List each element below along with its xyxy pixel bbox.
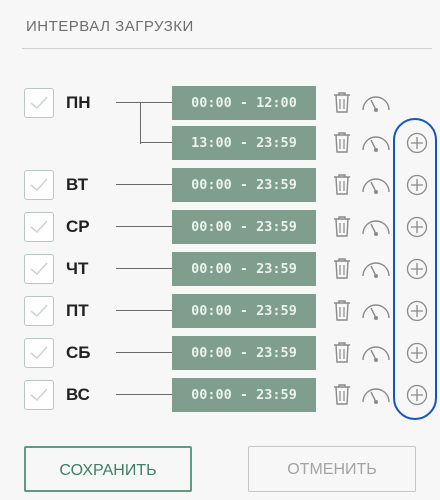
connector-line: [140, 142, 172, 143]
day-row-wed: СР 00:00 - 23:59: [0, 206, 440, 246]
cancel-button[interactable]: ОТМЕНИТЬ: [248, 446, 416, 492]
day-row-sat: СБ 00:00 - 23:59: [0, 332, 440, 372]
day-checkbox-sun[interactable]: [24, 380, 54, 410]
trash-icon[interactable]: [331, 130, 353, 154]
day-row-tue: ВТ 00:00 - 23:59: [0, 164, 440, 204]
check-icon: [30, 96, 48, 110]
gauge-icon[interactable]: [360, 214, 392, 238]
time-interval-field[interactable]: 13:00 - 23:59: [172, 126, 316, 160]
day-checkbox-fri[interactable]: [24, 296, 54, 326]
day-checkbox-mon[interactable]: [24, 88, 54, 118]
day-label: ПН: [66, 93, 91, 112]
gauge-icon[interactable]: [360, 90, 392, 114]
connector-line: [116, 352, 172, 353]
connector-line: [116, 184, 172, 185]
check-icon: [30, 304, 48, 318]
day-label: ВС: [66, 385, 90, 404]
connector-line: [116, 102, 172, 103]
trash-icon[interactable]: [331, 256, 353, 280]
day-checkbox-sat[interactable]: [24, 338, 54, 368]
day-row-thu: ЧТ 00:00 - 23:59: [0, 248, 440, 288]
time-interval-field[interactable]: 00:00 - 23:59: [172, 210, 316, 244]
trash-icon[interactable]: [331, 214, 353, 238]
day-checkbox-tue[interactable]: [24, 170, 54, 200]
day-row-mon: ПН 00:00 - 12:00: [0, 82, 440, 144]
check-icon: [30, 262, 48, 276]
trash-icon[interactable]: [331, 340, 353, 364]
day-row-sun: ВС 00:00 - 23:59: [0, 374, 440, 414]
trash-icon[interactable]: [331, 298, 353, 322]
gauge-icon[interactable]: [360, 382, 392, 406]
trash-icon[interactable]: [331, 90, 353, 114]
connector-line: [116, 394, 172, 395]
day-row-mon-interval-2: 13:00 - 23:59: [0, 122, 440, 162]
time-interval-field[interactable]: 00:00 - 23:59: [172, 168, 316, 202]
day-label: ПТ: [66, 301, 89, 320]
title-divider: [22, 48, 432, 49]
add-buttons-highlight: [393, 118, 437, 420]
time-interval-field[interactable]: 00:00 - 23:59: [172, 378, 316, 412]
gauge-icon[interactable]: [360, 172, 392, 196]
connector-line: [116, 310, 172, 311]
gauge-icon[interactable]: [360, 256, 392, 280]
section-title: ИНТЕРВАЛ ЗАГРУЗКИ: [26, 18, 194, 35]
check-icon: [30, 388, 48, 402]
time-interval-field[interactable]: 00:00 - 23:59: [172, 252, 316, 286]
save-button[interactable]: СОХРАНИТЬ: [24, 446, 192, 492]
day-label: СБ: [66, 343, 91, 362]
day-label: ЧТ: [66, 259, 89, 278]
check-icon: [30, 346, 48, 360]
time-interval-field[interactable]: 00:00 - 12:00: [172, 86, 316, 120]
gauge-icon[interactable]: [360, 298, 392, 322]
check-icon: [30, 220, 48, 234]
day-row-fri: ПТ 00:00 - 23:59: [0, 290, 440, 330]
gauge-icon[interactable]: [360, 340, 392, 364]
day-label: СР: [66, 217, 90, 236]
gauge-icon[interactable]: [360, 130, 392, 154]
trash-icon[interactable]: [331, 382, 353, 406]
day-label: ВТ: [66, 175, 89, 194]
time-interval-field[interactable]: 00:00 - 23:59: [172, 336, 316, 370]
connector-line: [116, 268, 172, 269]
check-icon: [30, 178, 48, 192]
time-interval-field[interactable]: 00:00 - 23:59: [172, 294, 316, 328]
day-checkbox-wed[interactable]: [24, 212, 54, 242]
connector-line: [116, 226, 172, 227]
trash-icon[interactable]: [331, 172, 353, 196]
day-checkbox-thu[interactable]: [24, 254, 54, 284]
